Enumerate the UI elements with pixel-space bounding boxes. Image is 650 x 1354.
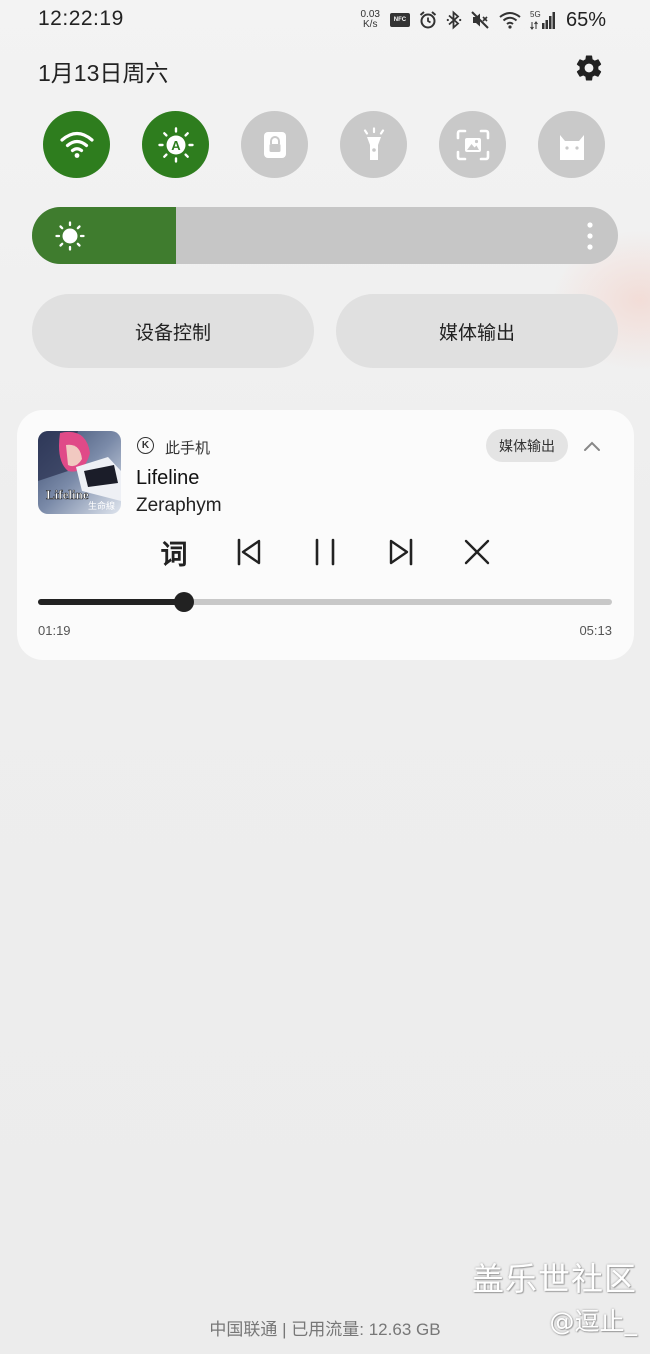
next-button[interactable] (381, 532, 421, 572)
toggle-screen-lock[interactable] (241, 111, 308, 178)
mute-icon (471, 11, 489, 29)
toggle-flashlight[interactable] (340, 111, 407, 178)
gear-icon (576, 55, 602, 81)
current-time: 01:19 (38, 623, 71, 638)
nfc-icon: NFC (389, 13, 410, 27)
media-output-button[interactable]: 媒体输出 (336, 294, 618, 368)
svg-text:A: A (171, 138, 181, 153)
settings-button[interactable] (573, 52, 605, 84)
playback-source: 此手机 (165, 440, 211, 457)
toggle-cat-app[interactable] (538, 111, 605, 178)
watermark: 盖乐世社区 (471, 1260, 637, 1298)
toggle-auto-brightness[interactable]: A (142, 111, 209, 178)
notification-shade: 12:22:19 0.03 K/s NFC 5G 65% 1月13日周六 A 设… (0, 0, 650, 1354)
seek-bar-thumb[interactable] (173, 592, 194, 612)
song-title: Lifeline (136, 467, 200, 489)
pause-button[interactable] (305, 532, 345, 572)
bluetooth-icon (446, 10, 462, 30)
flashlight-icon (363, 126, 384, 160)
alarm-icon (419, 11, 437, 29)
song-artist: Zeraphym (136, 495, 222, 516)
status-bar: 12:22:19 0.03 K/s NFC 5G 65% (0, 0, 650, 40)
net-speed-unit: K/s (363, 19, 378, 30)
media-player-card: Lifeline 生命線 K 此手机 媒体输出 Lifeline Zeraphy… (17, 410, 634, 660)
status-clock: 12:22:19 (38, 7, 124, 30)
quick-toggles: A (43, 111, 605, 179)
device-control-button[interactable]: 设备控制 (32, 294, 314, 368)
battery-percent: 65% (565, 8, 606, 31)
net-speed: 0.03 K/s (361, 10, 380, 30)
toggle-wifi[interactable] (43, 111, 110, 178)
media-output-chip[interactable]: 媒体输出 (486, 429, 568, 462)
previous-button[interactable] (229, 532, 269, 572)
album-art-title: Lifeline (46, 487, 89, 502)
total-time: 05:13 (579, 623, 612, 638)
status-icons: 0.03 K/s NFC 5G 65% (361, 6, 607, 34)
album-art-subtitle: 生命線 (88, 500, 115, 512)
seek-bar[interactable] (38, 592, 612, 612)
date-label: 1月13日周六 (38, 60, 169, 86)
signal-icon: 5G (530, 10, 555, 30)
close-button[interactable] (457, 532, 497, 572)
playback-controls: 词 (17, 532, 634, 572)
lyrics-button[interactable]: 词 (154, 532, 194, 572)
skip-previous-icon (237, 538, 261, 566)
svg-text:5G: 5G (530, 10, 541, 19)
sun-icon (55, 221, 85, 251)
pause-icon (315, 538, 335, 566)
wifi-icon (499, 12, 521, 29)
brightness-slider[interactable] (32, 207, 618, 264)
wifi-icon (59, 131, 94, 158)
auto-brightness-icon: A (157, 126, 194, 163)
toggle-screenshot[interactable] (439, 111, 506, 178)
carrier-data-usage: 中国联通 | 已用流量: 12.63 GB (209, 1320, 441, 1339)
close-icon (464, 539, 490, 565)
lock-icon (263, 131, 286, 158)
music-app-icon: K (137, 437, 154, 454)
chevron-up-icon[interactable] (582, 437, 602, 455)
more-options-icon[interactable] (587, 221, 593, 251)
album-art[interactable]: Lifeline 生命線 (38, 431, 121, 514)
cat-icon (559, 134, 584, 160)
skip-next-icon (389, 538, 413, 566)
seek-bar-progress (38, 599, 184, 605)
screenshot-icon (456, 129, 489, 160)
